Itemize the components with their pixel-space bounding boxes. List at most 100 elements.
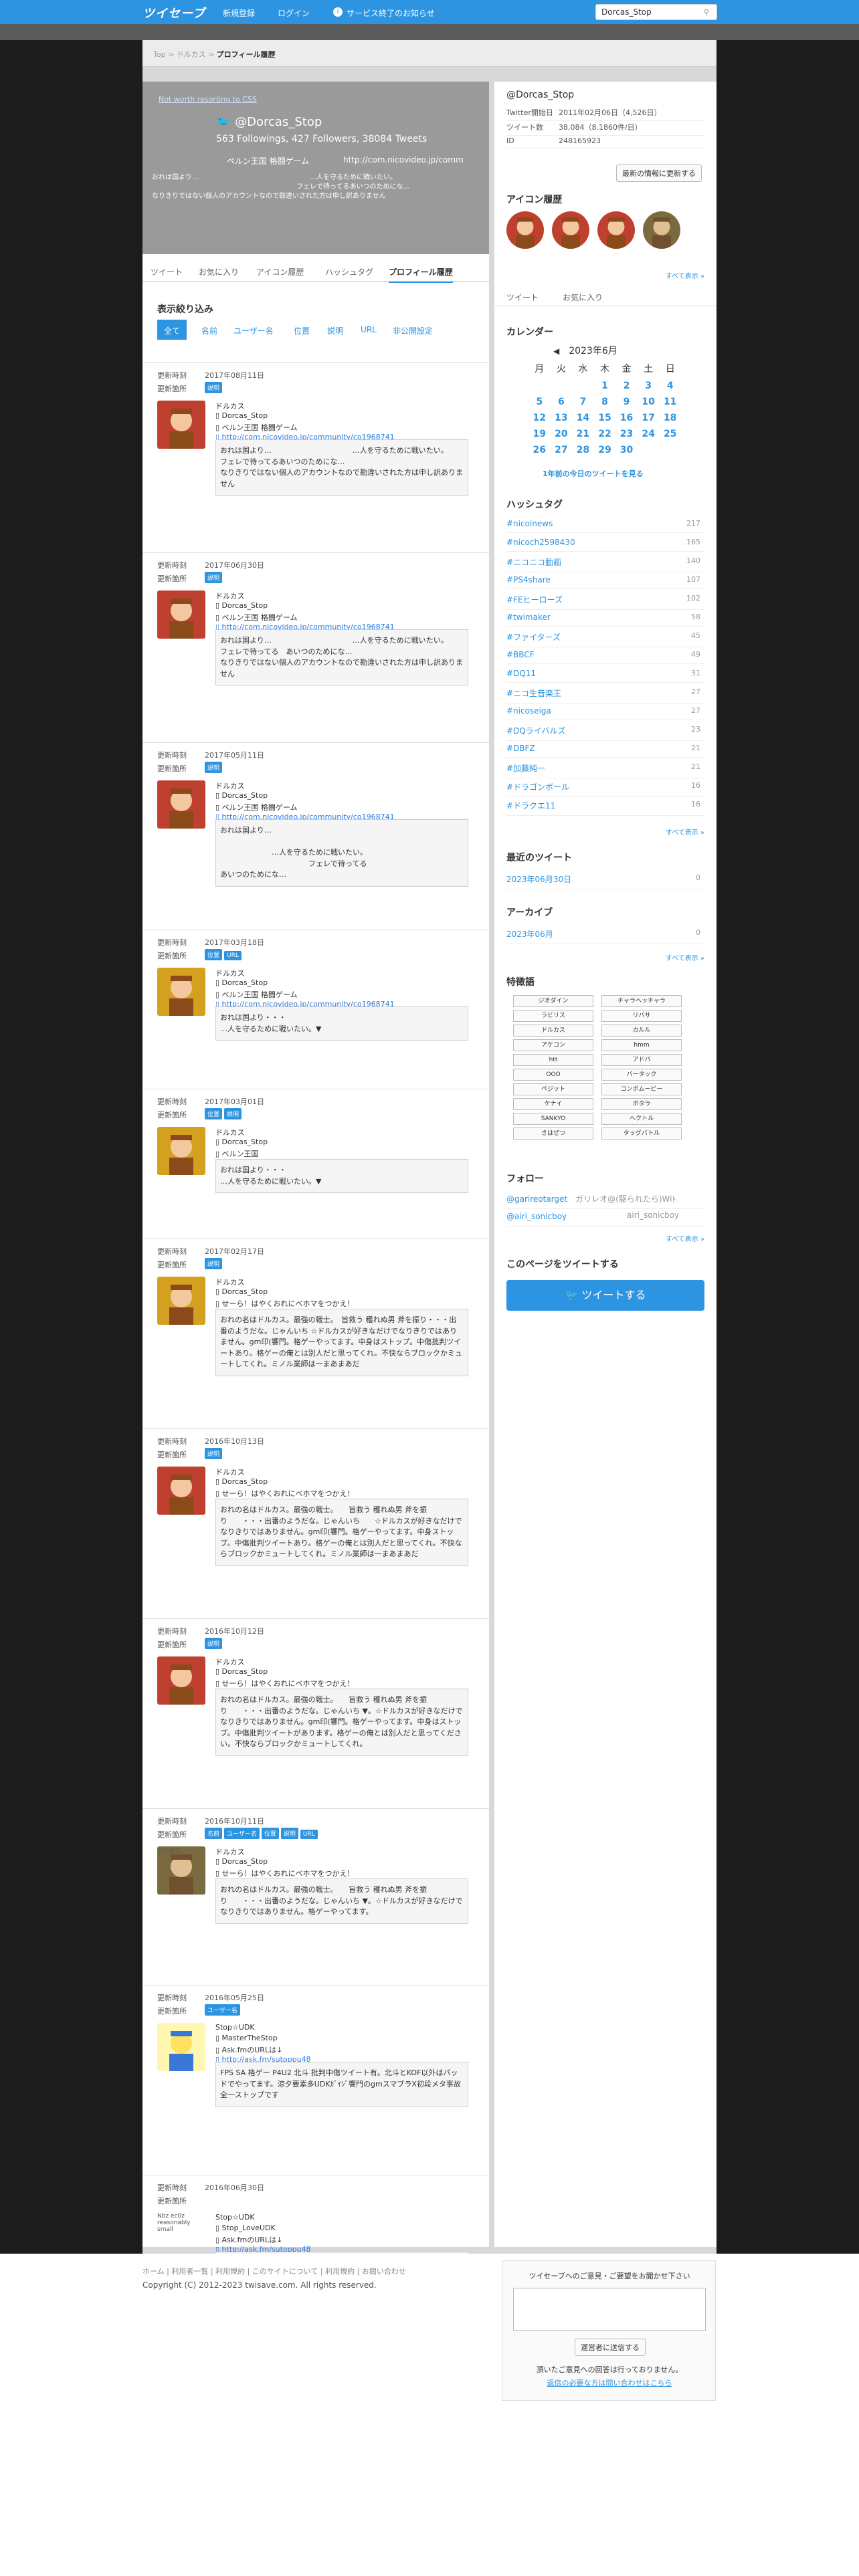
update-info-button[interactable]: 最新の情報に更新する	[616, 165, 702, 182]
hashtag-item[interactable]: #ドラクエ11 16	[506, 796, 704, 816]
follow-show-all[interactable]: すべて表示 »	[666, 1233, 704, 1243]
characteristic-word[interactable]: ラビリス	[513, 1010, 593, 1022]
filter-url[interactable]: URL	[358, 320, 379, 340]
characteristic-word[interactable]: チャラヘッチャラ	[601, 995, 682, 1007]
icon-history-avatar[interactable]	[597, 211, 635, 249]
hashtag-item[interactable]: #DQライバルズ 23	[506, 721, 704, 741]
characteristic-word[interactable]: OOO	[513, 1069, 593, 1081]
calendar-day[interactable]: 4	[660, 379, 680, 393]
characteristic-word[interactable]: ジオダイン	[513, 995, 593, 1007]
breadcrumb-top[interactable]: Top	[153, 50, 166, 59]
hashtag-item[interactable]: #nicoseiga 27	[506, 702, 704, 720]
hashtag-item[interactable]: #nicoinews 217	[506, 515, 704, 533]
calendar-day[interactable]: 1	[595, 379, 615, 393]
characteristic-word[interactable]: ドルカス	[513, 1025, 593, 1037]
calendar-day[interactable]: 8	[595, 395, 615, 409]
calendar-day[interactable]: 2	[616, 379, 637, 393]
calendar-day[interactable]: 11	[660, 395, 680, 409]
calendar-year-ago-link[interactable]: 1年前の今日のツイートを見る	[543, 468, 644, 479]
site-logo[interactable]: ツイセーブ	[142, 4, 205, 21]
calendar-day[interactable]: 20	[551, 427, 572, 441]
filter-location[interactable]: 位置	[291, 320, 312, 340]
filter-private[interactable]: 非公開設定	[390, 320, 436, 340]
calendar-day[interactable]: 5	[529, 395, 550, 409]
calendar-day[interactable]: 16	[616, 411, 637, 425]
calendar-day[interactable]: 7	[573, 395, 593, 409]
calendar-day[interactable]: 26	[529, 443, 550, 457]
calendar-day[interactable]	[529, 379, 550, 393]
calendar-day[interactable]	[638, 443, 659, 457]
breadcrumb-user[interactable]: ドルカス	[177, 50, 206, 59]
calendar-day[interactable]: 29	[595, 443, 615, 457]
characteristic-word[interactable]: きはぜつ	[513, 1128, 593, 1140]
hashtag-item[interactable]: #BBCF 49	[506, 646, 704, 664]
calendar-day[interactable]: 21	[573, 427, 593, 441]
feedback-textarea[interactable]	[513, 2288, 706, 2331]
nav-service-end-notice[interactable]: サービス終了のお知らせ	[347, 7, 435, 19]
calendar-day[interactable]: 15	[595, 411, 615, 425]
side-tab-favorites[interactable]: お気に入り	[563, 292, 603, 303]
characteristic-word[interactable]: hmm	[601, 1039, 682, 1051]
side-tab-tweets[interactable]: ツイート	[506, 292, 539, 303]
calendar-day[interactable]: 25	[660, 427, 680, 441]
calendar-day[interactable]: 12	[529, 411, 550, 425]
filter-username[interactable]: ユーザー名	[231, 320, 276, 340]
hashtag-item[interactable]: #FEヒーローズ 102	[506, 590, 704, 610]
tab-favorites[interactable]: お気に入り	[199, 266, 239, 278]
characteristic-word[interactable]: ボタラ	[601, 1098, 682, 1110]
hashtag-item[interactable]: #ニコニコ動画 140	[506, 552, 704, 572]
characteristic-word[interactable]: ヘクトル	[601, 1113, 682, 1125]
hashtag-item[interactable]: #PS4share 107	[506, 571, 704, 589]
tab-icon-history[interactable]: アイコン履歴	[256, 266, 304, 278]
archive-show-all[interactable]: すべて表示 »	[666, 952, 704, 962]
calendar-day[interactable]: 24	[638, 427, 659, 441]
characteristic-word[interactable]: SANKYO	[513, 1113, 593, 1125]
hashtag-item[interactable]: #ファイターズ 45	[506, 627, 704, 647]
calendar-day[interactable]	[573, 379, 593, 393]
calendar-day[interactable]: 22	[595, 427, 615, 441]
hashtag-item[interactable]: #DQ11 31	[506, 665, 704, 683]
hashtag-item[interactable]: #nicoch2598430 165	[506, 534, 704, 552]
filter-name[interactable]: 名前	[199, 320, 220, 340]
banner-url[interactable]: http://com.nicovideo.jp/comm	[343, 155, 464, 165]
nav-login[interactable]: ログイン	[278, 7, 310, 19]
calendar-day[interactable]: 30	[616, 443, 637, 457]
recent-tweet-item[interactable]: 2023年06月30日 0	[506, 869, 704, 889]
calendar-day[interactable]: 6	[551, 395, 572, 409]
nav-register[interactable]: 新規登録	[223, 7, 255, 19]
characteristic-word[interactable]: バータック	[601, 1069, 682, 1081]
characteristic-word[interactable]: アドバ	[601, 1054, 682, 1066]
hashtags-show-all[interactable]: すべて表示 »	[666, 827, 704, 837]
characteristic-word[interactable]: コンボムービー	[601, 1083, 682, 1095]
feedback-contact-link[interactable]: 返信の必要な方は問い合わせはこちら	[502, 2377, 717, 2388]
icon-history-avatar[interactable]	[643, 211, 680, 249]
icon-history-avatar[interactable]	[552, 211, 589, 249]
search-input[interactable]: Dorcas_Stop	[595, 4, 717, 20]
hashtag-item[interactable]: #ニコ生音楽王 27	[506, 683, 704, 704]
hashtag-item[interactable]: #加藤純一 21	[506, 758, 704, 778]
calendar-day[interactable]: 28	[573, 443, 593, 457]
calendar-day[interactable]: 27	[551, 443, 572, 457]
calendar-day[interactable]: 14	[573, 411, 593, 425]
tab-hashtags[interactable]: ハッシュタグ	[325, 266, 373, 278]
banner-handle[interactable]: 🐦 @Dorcas_Stop	[216, 115, 322, 129]
characteristic-word[interactable]: タッグバトル	[601, 1128, 682, 1140]
icon-history-show-all[interactable]: すべて表示 »	[666, 270, 704, 280]
calendar-day[interactable]: 13	[551, 411, 572, 425]
characteristic-word[interactable]: htt	[513, 1054, 593, 1066]
hashtag-item[interactable]: #ドラゴンボール 16	[506, 777, 704, 797]
characteristic-word[interactable]: ペジット	[513, 1083, 593, 1095]
characteristic-word[interactable]: アケコン	[513, 1039, 593, 1051]
characteristic-word[interactable]: リバサ	[601, 1010, 682, 1022]
archive-item[interactable]: 2023年06月 0	[506, 924, 704, 944]
filter-all[interactable]: 全て	[157, 320, 187, 340]
tweet-this-page-button[interactable]: 🐦 ツイートする	[506, 1280, 704, 1311]
filter-description[interactable]: 説明	[324, 320, 346, 340]
calendar-day[interactable]: 23	[616, 427, 637, 441]
follow-item[interactable]: @airi_sonicboy airi_sonicboy	[506, 1206, 704, 1226]
feedback-submit-button[interactable]: 運営者に送信する	[575, 2339, 646, 2356]
characteristic-word[interactable]: カルル	[601, 1025, 682, 1037]
characteristic-word[interactable]: ケナイ	[513, 1098, 593, 1110]
prev-month-icon[interactable]: ◀	[553, 346, 559, 356]
calendar-day[interactable]	[551, 379, 572, 393]
